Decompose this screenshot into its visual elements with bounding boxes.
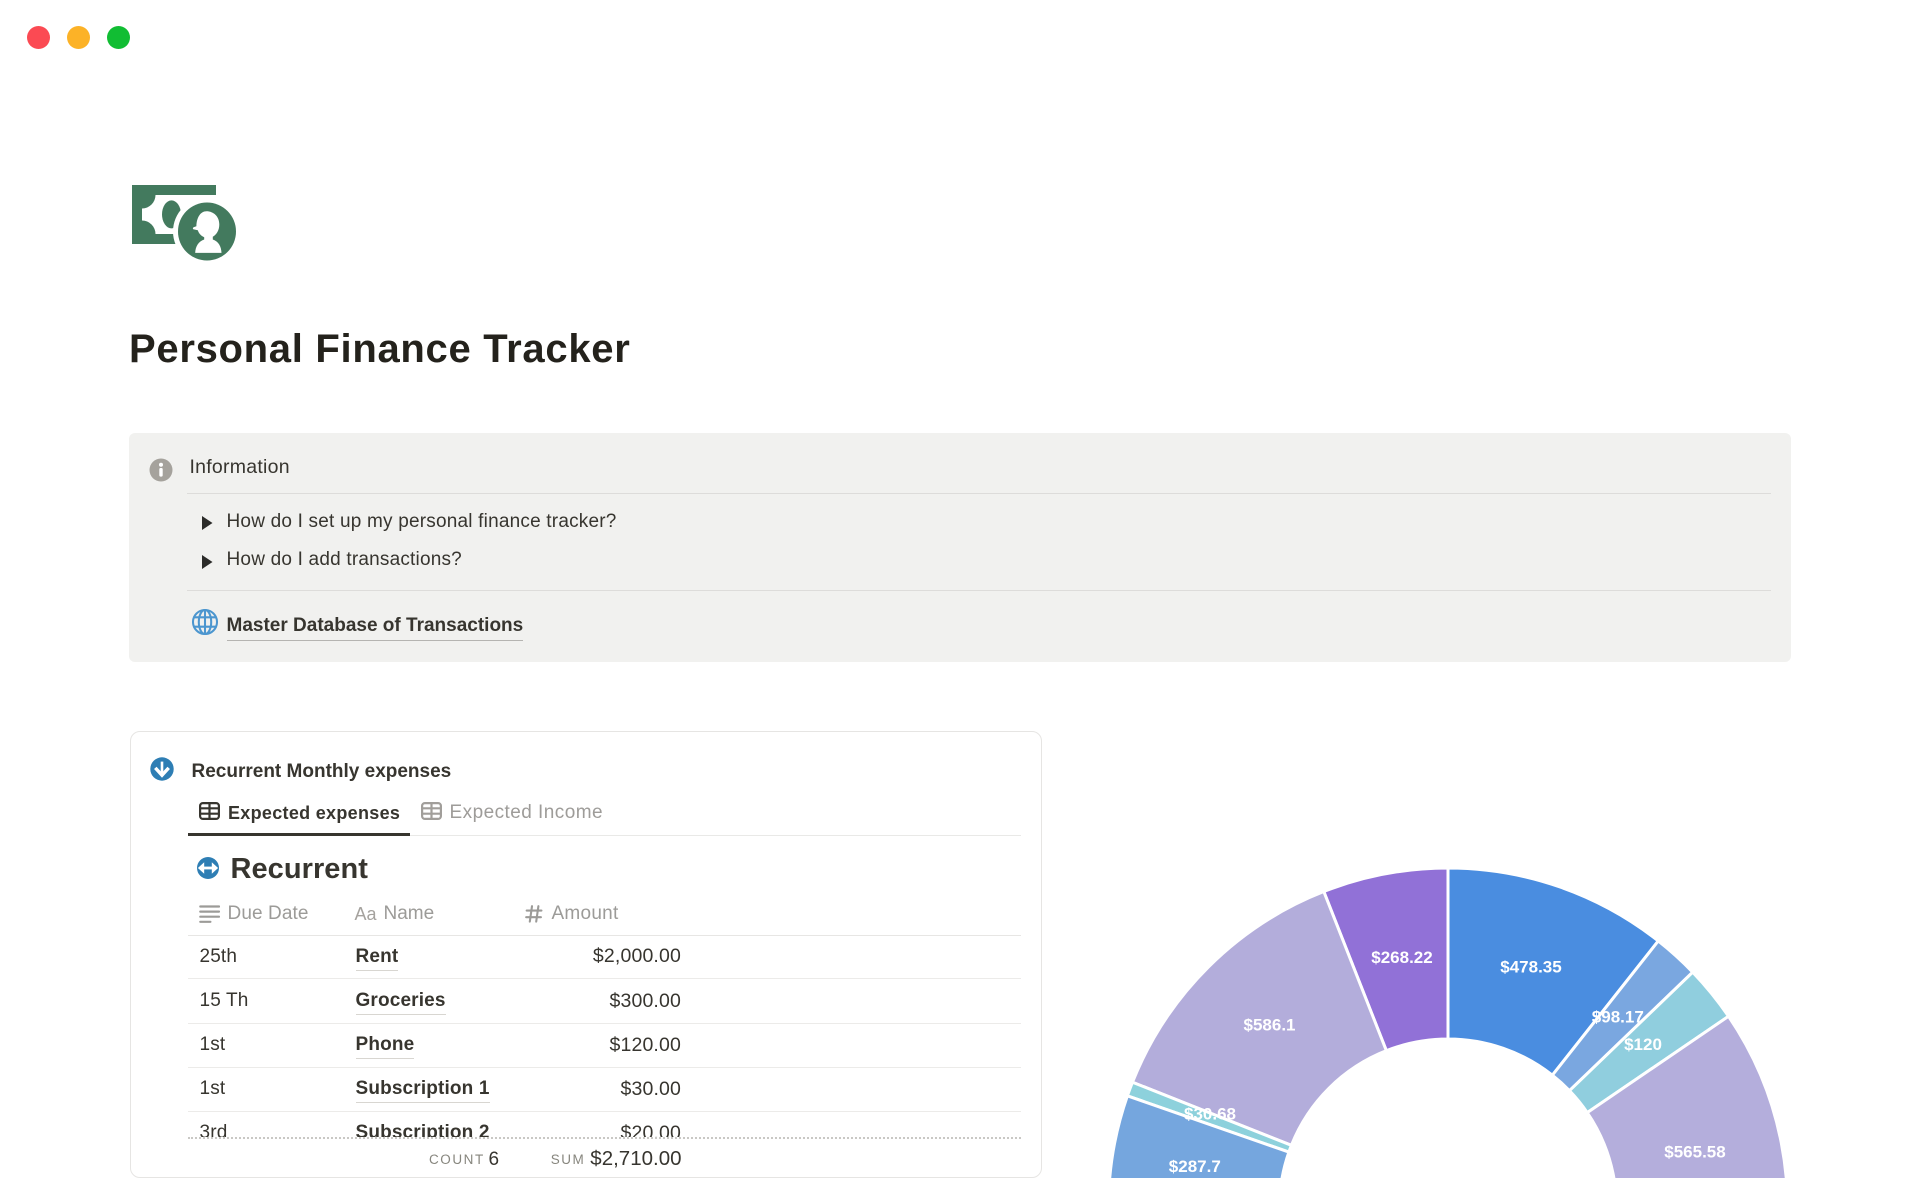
svg-text:$586.1: $586.1 (1244, 1016, 1296, 1035)
svg-text:$30.68: $30.68 (1184, 1105, 1236, 1124)
svg-text:$478.35: $478.35 (1500, 958, 1561, 977)
svg-text:$287.7: $287.7 (1169, 1157, 1221, 1176)
svg-text:$98.17: $98.17 (1592, 1008, 1644, 1027)
svg-text:$565.58: $565.58 (1664, 1143, 1725, 1162)
svg-text:$268.22: $268.22 (1371, 948, 1432, 967)
svg-text:$120: $120 (1624, 1035, 1662, 1054)
